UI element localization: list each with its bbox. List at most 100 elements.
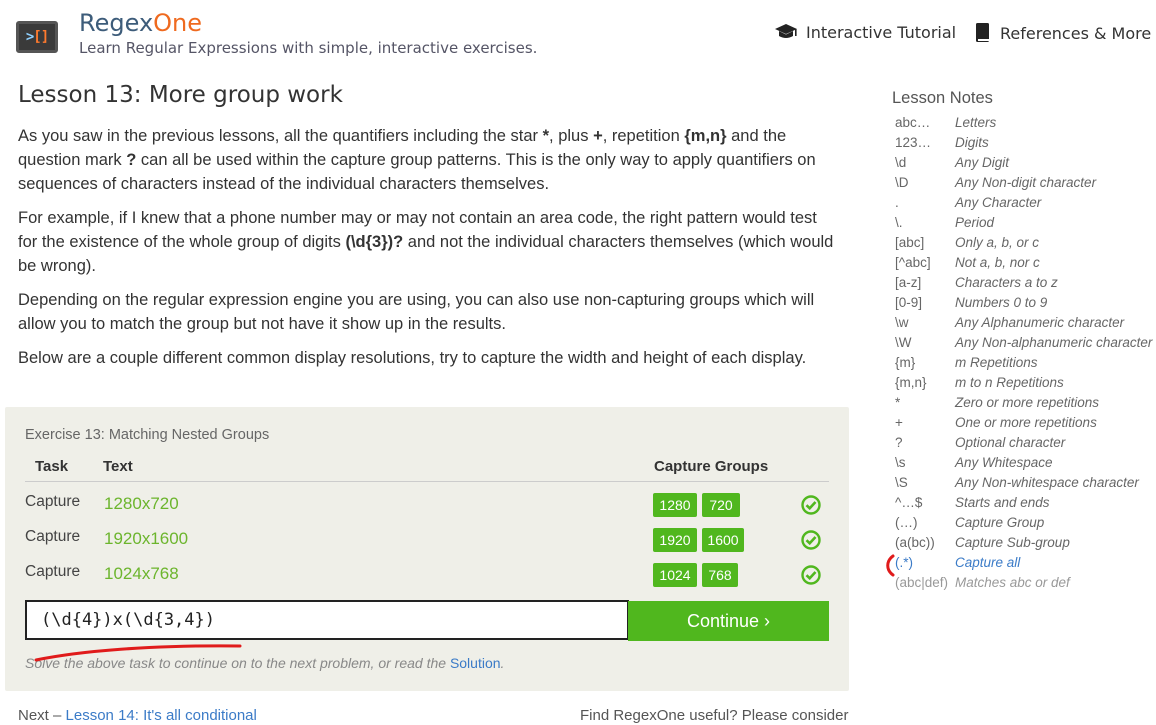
table-row: Capture 1024x768 1024 768 — [5, 559, 849, 589]
exercise-hint: Solve the above task to continue on to t… — [25, 655, 504, 671]
nav-interactive-tutorial[interactable]: Interactive Tutorial — [774, 22, 956, 42]
lesson-note-item[interactable]: \d Any Digit — [892, 155, 1156, 175]
lesson-note-item[interactable]: 123… Digits — [892, 135, 1156, 155]
lesson-note-key: + — [895, 415, 903, 430]
lesson-paragraph-1-repetition: {m,n} — [684, 127, 727, 145]
lesson-note-item[interactable]: [abc] Only a, b, or c — [892, 235, 1156, 255]
lesson-title: Lesson 13: More group work — [18, 82, 343, 108]
lesson-note-description: Starts and ends — [955, 495, 1050, 510]
regexone-logo[interactable]: >[] — [16, 21, 58, 53]
column-header-task: Task — [35, 458, 69, 475]
nav-references[interactable]: References & More — [974, 22, 1151, 44]
next-lesson: Next – Lesson 14: It's all conditional — [18, 707, 257, 724]
exercise-title: Exercise 13: Matching Nested Groups — [25, 427, 270, 443]
lesson-note-key: \D — [895, 175, 909, 190]
lesson-note-description: m to n Repetitions — [955, 375, 1064, 390]
lesson-note-item[interactable]: + One or more repetitions — [892, 415, 1156, 435]
solution-link[interactable]: Solution — [450, 655, 501, 671]
lesson-note-item[interactable]: (…) Capture Group — [892, 515, 1156, 535]
lesson-paragraph-1-text-i: can all be used within the capture group… — [18, 151, 816, 193]
lesson-note-description: Letters — [955, 115, 997, 130]
lesson-note-item[interactable]: * Zero or more repetitions — [892, 395, 1156, 415]
lesson-notes-sidebar: Lesson Notes abc… Letters 123… Digits \d Any … — [892, 89, 1156, 595]
lesson-paragraph-2: For example, if I knew that a phone numb… — [18, 206, 838, 278]
lesson-note-description: Any Non-whitespace character — [955, 475, 1139, 490]
nav-references-label: References & More — [1000, 23, 1152, 43]
match-text: 1024x768 — [104, 564, 179, 583]
lesson-note-key: \d — [895, 155, 907, 170]
lesson-content: Lesson 13: More group work As you saw in… — [18, 80, 838, 380]
lesson-note-item[interactable]: . Any Character — [892, 195, 1156, 215]
lesson-paragraph-1-text-c: , plus — [549, 127, 594, 145]
capture-group-badge: 1280 — [653, 493, 697, 517]
lesson-note-item[interactable]: [^abc] Not a, b, nor c — [892, 255, 1156, 275]
regex-input[interactable]: (\d{4})x(\d{3,4}) — [25, 600, 629, 640]
lesson-note-key: abc… — [895, 115, 931, 130]
lesson-paragraph-1-question: ? — [126, 151, 137, 169]
lesson-note-key: (abc|def) — [895, 575, 949, 590]
lesson-paragraph-1-text-a: As you saw in the previous lessons, all … — [18, 127, 543, 145]
lesson-note-description: Any Character — [955, 195, 1042, 210]
lesson-note-description: Capture Sub-group — [955, 535, 1070, 550]
lesson-note-item[interactable]: [a-z] Characters a to z — [892, 275, 1156, 295]
task-label: Capture — [25, 528, 81, 545]
site-title-one: One — [153, 9, 203, 37]
lesson-note-item[interactable]: (a(bc)) Capture Sub-group — [892, 535, 1156, 555]
lesson-note-description: Not a, b, nor c — [955, 255, 1040, 270]
lesson-note-key: [^abc] — [895, 255, 931, 270]
lesson-note-description: Period — [955, 215, 995, 230]
next-lesson-link[interactable]: Lesson 14: It's all conditional — [66, 707, 257, 724]
capture-group-badge: 720 — [702, 493, 740, 517]
lesson-note-item[interactable]: [0-9] Numbers 0 to 9 — [892, 295, 1156, 315]
check-circle-icon — [801, 530, 821, 550]
support-prompt: Find RegexOne useful? Please consider — [580, 707, 849, 724]
site-tagline: Learn Regular Expressions with simple, i… — [79, 39, 538, 57]
column-header-capture-groups: Capture Groups — [654, 458, 769, 475]
match-text: 1920x1600 — [104, 529, 189, 548]
lesson-note-description: Only a, b, or c — [955, 235, 1040, 250]
book-icon — [976, 23, 989, 42]
nav-interactive-tutorial-label: Interactive Tutorial — [806, 22, 957, 42]
lesson-note-key: 123… — [895, 135, 932, 150]
lesson-note-item[interactable]: \s Any Whitespace — [892, 455, 1156, 475]
lesson-note-item[interactable]: ^…$ Starts and ends — [892, 495, 1156, 515]
lesson-note-item[interactable]: \. Period — [892, 215, 1156, 235]
lesson-paragraph-1: As you saw in the previous lessons, all … — [18, 124, 838, 196]
lesson-note-key: {m} — [895, 355, 916, 370]
site-title[interactable]: RegexOne — [79, 9, 202, 37]
lesson-note-key: (.*) — [895, 555, 913, 570]
lesson-note-item[interactable]: {m} m Repetitions — [892, 355, 1156, 375]
capture-group-badge: 768 — [702, 563, 738, 587]
lesson-note-item[interactable]: (.*) Capture all — [892, 555, 1156, 575]
lesson-note-description: Any Alphanumeric character — [955, 315, 1125, 330]
header-divider — [25, 481, 829, 482]
lesson-note-item[interactable]: \S Any Non-whitespace character — [892, 475, 1156, 495]
table-row: Capture 1280x720 1280 720 — [5, 489, 849, 519]
site-title-regex: Regex — [79, 9, 154, 37]
lesson-note-item[interactable]: \W Any Non-alphanumeric character — [892, 335, 1156, 355]
lesson-note-description: One or more repetitions — [955, 415, 1097, 430]
capture-group-badge: 1600 — [702, 528, 744, 552]
task-label: Capture — [25, 493, 81, 510]
lesson-note-item[interactable]: \D Any Non-digit character — [892, 175, 1156, 195]
lesson-note-item[interactable]: (abc|def) Matches abc or def — [892, 575, 1156, 595]
lesson-note-key: . — [895, 195, 899, 210]
site-header: >[] RegexOne Learn Regular Expressions w… — [0, 0, 1156, 70]
lesson-note-item[interactable]: {m,n} m to n Repetitions — [892, 375, 1156, 395]
lesson-note-item[interactable]: ? Optional character — [892, 435, 1156, 455]
capture-group-badge: 1920 — [653, 528, 697, 552]
lesson-note-description: Any Non-digit character — [955, 175, 1097, 190]
lesson-note-key: ^…$ — [895, 495, 923, 510]
column-header-text: Text — [103, 458, 133, 475]
lesson-paragraph-3: Depending on the regular expression engi… — [18, 291, 815, 333]
exercise-hint-period: . — [500, 655, 505, 671]
lesson-note-key: \. — [895, 215, 903, 230]
lesson-note-key: \w — [895, 315, 909, 330]
continue-button[interactable]: Continue › — [628, 601, 829, 641]
task-label: Capture — [25, 563, 81, 580]
lesson-note-item[interactable]: \w Any Alphanumeric character — [892, 315, 1156, 335]
lesson-note-description: Characters a to z — [955, 275, 1058, 290]
lesson-notes-list: abc… Letters 123… Digits \d Any Digit \D Any No… — [892, 115, 1156, 595]
logo-chevron-glyph: > — [25, 29, 35, 45]
lesson-note-item[interactable]: abc… Letters — [892, 115, 1156, 135]
